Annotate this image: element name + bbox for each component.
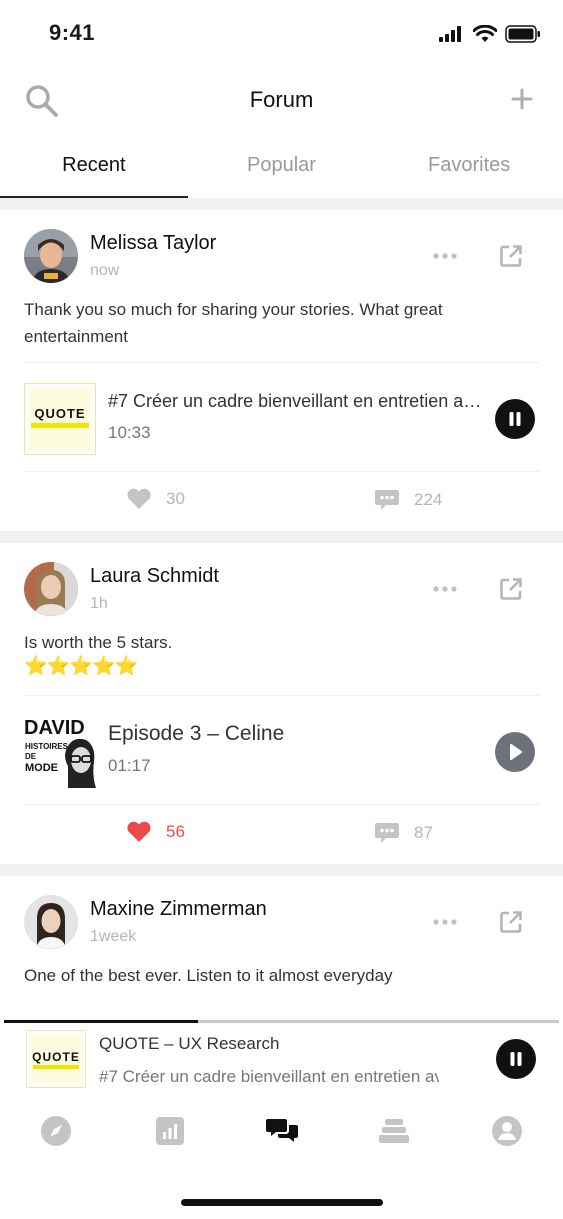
svg-text:HISTOIRES: HISTOIRES [25,742,69,751]
more-icon[interactable] [433,918,457,926]
more-icon[interactable] [433,252,457,260]
comment-icon [375,490,399,510]
episode-title: #7 Créer un cadre bienveillant en entret… [108,391,482,411]
like-count: 56 [166,822,185,841]
episode-duration: 10:33 [108,423,151,442]
share-icon[interactable] [499,910,523,934]
page-title: Forum [249,87,314,112]
comment-count: 87 [414,823,433,842]
like-button[interactable]: 30 [126,488,185,510]
post-header: Melissa Taylor now [24,210,539,296]
status-bar: 9:41 [0,0,563,64]
post-header: Laura Schmidt 1h [24,543,539,629]
tab-recent[interactable]: Recent [0,140,188,198]
avatar[interactable] [24,562,78,616]
cover-title: DAVID [24,717,85,739]
comment-button[interactable]: 224 [374,488,442,512]
heart-icon [127,488,151,509]
battery-icon [505,25,540,43]
nav-bar: Forum [0,70,563,130]
cover-title: QUOTE [32,1050,80,1064]
post-time: now [90,262,120,279]
chart-icon[interactable] [154,1115,186,1147]
compass-icon[interactable] [40,1115,72,1147]
comment-count: 224 [414,490,443,509]
post-card: Laura Schmidt 1h Is worth the 5 stars. ⭐… [0,543,563,864]
post-header: Maxine Zimmerman 1week [24,876,539,962]
profile-icon[interactable] [491,1115,523,1147]
signal-icon [439,26,461,42]
bottom-tab-bar [0,1095,563,1219]
like-count: 30 [166,489,185,508]
author-name[interactable]: Melissa Taylor [90,232,216,255]
post-text: Is worth the 5 stars. ⭐⭐⭐⭐⭐ [24,629,539,695]
segment-tabs: Recent Popular Favorites [0,140,563,198]
heart-icon [127,821,151,842]
divider [0,864,563,876]
divider [0,198,563,210]
play-button[interactable] [495,732,535,772]
mini-player-show: QUOTE – UX Research [99,1034,280,1053]
pause-icon [509,412,521,426]
post-time: 1h [90,595,108,612]
play-icon [510,744,522,760]
wifi-icon [473,25,497,42]
status-icons [439,25,541,43]
episode-row[interactable]: QUOTE #7 Créer un cadre bienveillant en … [24,363,539,471]
tab-favorites[interactable]: Favorites [375,140,563,198]
mini-player-cover: QUOTE [26,1030,86,1088]
avatar[interactable] [24,895,78,949]
plus-icon[interactable] [511,88,533,110]
post-time: 1week [90,928,137,945]
comment-icon [375,823,399,843]
tab-popular[interactable]: Popular [188,140,376,198]
episode-cover: DAVID HISTOIRES DE MODE [24,716,96,788]
divider [0,531,563,543]
playback-progress-fill [4,1020,199,1023]
episode-duration: 01:17 [108,756,151,775]
post-actions: 30 224 [24,472,539,532]
author-name[interactable]: Laura Schmidt [90,565,219,588]
post-text: Thank you so much for sharing your stori… [24,300,443,346]
mini-player[interactable]: QUOTE QUOTE – UX Research #7 Créer un ca… [0,1020,563,1095]
forum-icon[interactable] [266,1115,298,1147]
author-name[interactable]: Maxine Zimmerman [90,898,267,921]
more-icon[interactable] [433,585,457,593]
rating-stars: ⭐⭐⭐⭐⭐ [24,656,138,677]
pause-icon [510,1052,522,1066]
share-icon[interactable] [499,244,523,268]
share-icon[interactable] [499,577,523,601]
home-indicator [181,1199,383,1206]
like-button[interactable]: 56 [126,821,185,843]
status-time: 9:41 [49,20,96,45]
svg-text:MODE: MODE [25,762,58,774]
mini-player-episode: #7 Créer un cadre bienveillant en entret… [99,1067,439,1086]
playback-progress[interactable] [4,1020,559,1023]
svg-text:DE: DE [25,752,37,761]
episode-cover: QUOTE [24,383,96,455]
post-text: One of the best ever. Listen to it almos… [24,966,393,985]
pause-button[interactable] [495,399,535,439]
library-icon[interactable] [378,1115,410,1147]
episode-title: Episode 3 – Celine [108,722,285,745]
post-actions: 56 87 [24,805,539,865]
pause-button[interactable] [496,1039,536,1079]
episode-row[interactable]: DAVID HISTOIRES DE MODE Episode 3 – Celi… [24,696,539,804]
comment-button[interactable]: 87 [374,821,433,845]
cover-title: QUOTE [34,406,86,421]
post-card: Melissa Taylor now Thank you so much for… [0,210,563,531]
avatar[interactable] [24,229,78,283]
post-text-line: Is worth the 5 stars. [24,633,173,652]
